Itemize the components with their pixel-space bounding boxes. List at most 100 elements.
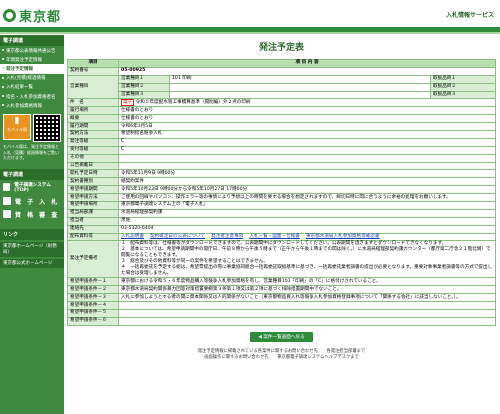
sidebar-link-label: 資 格 審 査	[15, 211, 60, 219]
sidebar-item-annual-plan[interactable]: 年間発注予定情報	[0, 55, 64, 64]
table-row: 配布資料等 入札説明書 契約確定日の公表について 発注者注意事項 入札一覧・図面…	[67, 232, 496, 242]
sidebar-link-qualification-review[interactable]: 資 格 審 査	[0, 208, 64, 221]
mobile-site-button[interactable]: ▮ モバイル版	[3, 114, 31, 141]
table-row: 希望申請場所 東京都電子調達システム上の「電子入札」	[67, 201, 496, 210]
row-label: 希望申請条件－４	[67, 301, 119, 311]
row-value: １ 配布資料等は、仕様書等がダウンロードできますので、公表期間中にダウンロードし…	[118, 240, 496, 279]
sidebar-item-common-notice[interactable]: 東京都公表情報共通公告	[0, 46, 64, 55]
table-row: 契約方法 希望制指名競争入札	[67, 130, 496, 139]
back-to-list-button[interactable]: ◀ 案件一覧画面へ戻る	[250, 331, 313, 342]
sidebar-item-nominees[interactable]: 指名・入札参加資格者名	[0, 92, 64, 101]
row-value: 令和5年11月9日 9時00分	[118, 169, 496, 179]
table-row: 希望申請条件－１ 東京都における令和５・６年度物品購入等競争入札参加資格を有し、営…	[67, 277, 496, 287]
row-value	[118, 153, 496, 163]
row-value: 東京都における令和５・６年度物品購入等競争入札参加資格を有し、営業種目101「印…	[118, 277, 496, 287]
row-value: 05-00925	[118, 66, 496, 76]
mobile-note: モバイル版は、発注予定情報と入札（見積）経過情報をご覧いただけます。	[3, 144, 59, 161]
sidebar-section-title: 電子調達	[0, 35, 64, 46]
biz-cat: 取扱品目１	[430, 74, 496, 84]
row-label: 担当局部課	[67, 208, 119, 218]
sidebar-link-eproc-top[interactable]: 電子調達システム(TOP)	[0, 180, 64, 195]
qr-code-icon	[33, 114, 61, 143]
row-label: 希望申請方法	[67, 193, 119, 203]
mobile-label: モバイル版	[7, 127, 27, 133]
sidebar-item-bid-progress[interactable]: 入札(見積)経過情報	[0, 74, 64, 83]
row-value	[118, 301, 496, 311]
doc-link[interactable]: 契約確定日の公表について	[150, 234, 205, 239]
row-label: その他	[67, 153, 119, 163]
row-label: 希望申請条件－５	[67, 309, 119, 318]
table-row: その他	[67, 153, 496, 163]
doc-link[interactable]: 入札一覧・図面・仕様書	[249, 234, 300, 239]
table-row: 連絡先 03-5320-6404	[67, 224, 496, 234]
order-plan-table: 項目 項 目 内 容 契約番号 05-00925 営業種目 営業種目１ 101 …	[67, 59, 496, 326]
biz-name: 営業種目３	[118, 90, 170, 100]
row-label: 希望申請条件－２	[67, 285, 119, 295]
row-label: 希望申請条件－６	[67, 316, 119, 326]
table-row: 受付等級 C	[67, 145, 496, 155]
header-content: 項 目 内 容	[118, 59, 496, 68]
biz-value	[169, 82, 431, 92]
sidebar-section2-title: 電子調達	[0, 168, 64, 180]
row-value	[118, 309, 496, 318]
table-header-row: 項目 項 目 内 容	[67, 59, 496, 68]
row-label: 希望申請条件－１	[67, 277, 119, 287]
table-row: 希望申請条件－５	[67, 309, 496, 318]
row-label: 配布資料等	[67, 232, 119, 242]
sidebar-link-finance-bureau[interactable]: 東京都ホームページ（財務局）	[0, 241, 64, 257]
doc-link[interactable]: 入札説明書	[121, 234, 144, 239]
row-label: 発注等級	[67, 137, 119, 147]
biz-value	[169, 90, 431, 100]
table-row: 履行期間 令和6年1月5日	[67, 122, 496, 132]
row-label: 担当者	[67, 216, 119, 226]
doc-link[interactable]: 東京都水道局入札参加資格等確認書	[306, 234, 380, 239]
sidebar-item-order-plan[interactable]: 発注予定情報	[0, 64, 64, 74]
row-label: 概要	[67, 114, 119, 124]
table-row: 契約番号 05-00925	[67, 66, 496, 76]
table-row: 発注等級 C	[67, 137, 496, 147]
sidebar-link-ebid[interactable]: 電 子 入 札	[0, 195, 64, 208]
row-label: 契約番号	[67, 66, 119, 76]
row-label: 発注予定備考	[67, 240, 119, 279]
footer: 発注予定情報に掲載されている各案件に関するお問い合わせ先 各発注担当部署まで 画…	[66, 349, 497, 361]
biz-cat: 取扱品目２	[430, 82, 496, 92]
sidebar-item-qualification[interactable]: 入札参加資格情報	[0, 101, 64, 110]
electronic-tag: 電子	[121, 98, 135, 106]
header-item: 項目	[67, 59, 119, 68]
row-label: 希望申請期間	[67, 185, 119, 195]
row-value: C	[118, 145, 496, 155]
tokyo-logo[interactable]: 東京都	[3, 6, 61, 25]
doc-link[interactable]: 発注者注意事項	[211, 234, 243, 239]
table-row: 希望申請条件－４	[67, 301, 496, 311]
sidebar-link-label: 電子調達システム(TOP)	[14, 182, 51, 193]
sidebar-item-bid-results[interactable]: 入札結果一覧	[0, 83, 64, 92]
table-row: 希望申請条件－２ 東京都水道局契約関係暴力団等対策措置要綱第３条第１項又は第２項に…	[67, 285, 496, 295]
row-value: 水道局経理部契約課	[118, 208, 496, 218]
table-row: 希望申請方法 ご使用の回線やパソコン、操作エラー等の事情により予想以上の時間を要す…	[67, 193, 496, 203]
service-title: 入札情報サービス	[445, 12, 494, 19]
row-value: 仕様書のとおり	[118, 106, 496, 116]
biz-name: 営業種目２	[118, 82, 170, 92]
sidebar-link-tokyo-home[interactable]: 東京都公式ホームページ	[0, 258, 64, 268]
row-value: 入札に参加しようとする者の間に資本関係又は人的関係がないこと（東京都物品買入れ等…	[118, 293, 496, 303]
table-row: 希望申請条件－６	[67, 316, 496, 326]
biz-name: 営業種目１	[118, 74, 170, 84]
remark-line: ２ 基本については、希望申請期間中の開庁日、午前９時から午後５時まで（正午から午…	[121, 247, 491, 259]
remark-line: ４ 一括再委託を予定する総は、希望票提出の際に事業協同組合一括再委託取扱基準に基…	[121, 265, 493, 277]
row-value: 東京都水道局契約関係暴力団等対策措置要綱第３条第１項又は第２項に基づく排除措置期…	[118, 285, 496, 295]
row-value: 黒佐	[118, 216, 496, 226]
mobile-phone-icon: ▮	[14, 116, 20, 127]
row-value: 紙契約案件	[118, 177, 496, 187]
subject-text: 令和５年度配水管工事積算基準（開削編）外２点の印刷	[135, 99, 251, 105]
row-label: 受付等級	[67, 145, 119, 155]
row-value	[118, 316, 496, 326]
table-row: 発注予定備考 １ 配布資料等は、仕様書等がダウンロードできますので、公表期間中に…	[67, 240, 496, 279]
arrow-left-icon: ◀	[258, 334, 262, 340]
mobile-section: ▮ モバイル版	[3, 114, 61, 143]
site-header: 東京都 入札情報サービス	[0, 0, 500, 27]
table-row: 営業種目 営業種目１ 101 印刷 取扱品目１	[67, 74, 496, 100]
row-value: 東京都電子調達システム上の「電子入札」	[118, 201, 496, 210]
sidebar-section3-title: リンク	[0, 228, 64, 240]
table-row: 件 名 電子 令和５年度配水管工事積算基準（開削編）外２点の印刷	[67, 98, 496, 108]
row-label: 履行期間	[67, 122, 119, 132]
